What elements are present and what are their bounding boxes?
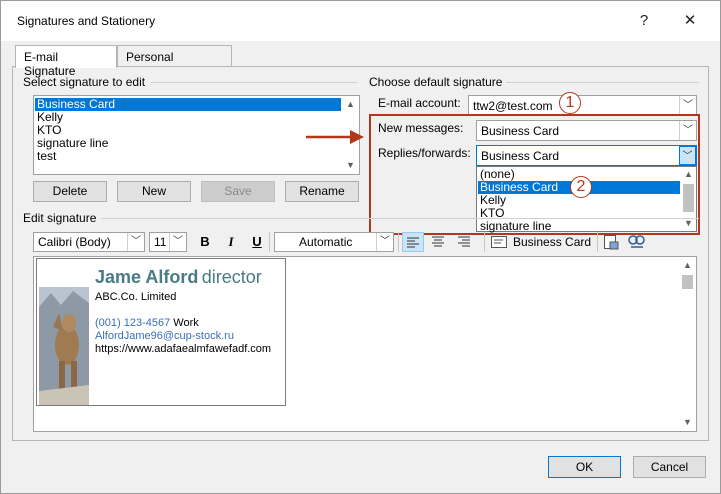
card-company: ABC.Co. Limited (95, 291, 177, 303)
help-icon[interactable]: ? (629, 7, 659, 35)
annotation-step-2: 2 (570, 176, 592, 198)
delete-button[interactable]: Delete (33, 181, 107, 202)
tab-email-signature[interactable]: E-mail Signature (15, 45, 117, 78)
card-phone-type: Work (173, 317, 199, 329)
list-item[interactable]: signature line (35, 137, 341, 150)
card-website[interactable]: https://www.adafaealmfawefadf.com (95, 343, 271, 355)
signatures-dialog: Signatures and Stationery ? ✕ E-mail Sig… (0, 0, 721, 494)
save-button[interactable]: Save (201, 181, 275, 202)
scroll-up-icon[interactable]: ▲ (680, 258, 695, 273)
font-color-value: Automatic (299, 235, 353, 249)
group-divider (503, 82, 699, 83)
close-icon[interactable]: ✕ (675, 7, 705, 35)
email-account-value: ttw2@test.com (473, 99, 553, 113)
annotation-step-1: 1 (559, 92, 581, 114)
chevron-down-icon[interactable]: ﹀ (169, 233, 186, 251)
italic-button[interactable]: I (220, 232, 242, 252)
rename-button[interactable]: Rename (285, 181, 359, 202)
profile-photo (39, 287, 89, 405)
business-card-label: Business Card (513, 235, 592, 249)
card-phone: (001) 123-4567 (95, 317, 171, 329)
insert-picture-icon[interactable] (603, 234, 619, 250)
card-name: Jame Alford (95, 267, 199, 287)
align-left-button[interactable] (402, 232, 424, 252)
window-title: Signatures and Stationery (17, 14, 156, 28)
tab-personal-stationery[interactable]: Personal Stationery (117, 45, 232, 78)
choose-default-label: Choose default signature (369, 75, 507, 89)
scroll-down-icon[interactable]: ▼ (680, 415, 695, 430)
edit-signature-label: Edit signature (23, 211, 101, 225)
title-bar: Signatures and Stationery ? ✕ (1, 1, 720, 41)
toolbar-separator (484, 232, 485, 252)
chevron-down-icon[interactable]: ﹀ (127, 233, 144, 251)
card-role: director (201, 267, 262, 287)
cancel-button[interactable]: Cancel (633, 456, 706, 478)
group-divider (101, 218, 699, 219)
toolbar-separator (269, 232, 270, 252)
new-button[interactable]: New (117, 181, 191, 202)
align-center-icon (432, 236, 444, 247)
list-item[interactable]: Kelly (35, 111, 341, 124)
business-card-icon (491, 236, 507, 248)
list-item[interactable]: test (35, 150, 341, 163)
ok-button[interactable]: OK (548, 456, 621, 478)
chevron-down-icon[interactable]: ﹀ (679, 96, 696, 115)
font-size-value: 11 (154, 235, 167, 249)
font-color-combo[interactable]: Automatic ﹀ (274, 232, 394, 252)
align-right-icon (458, 236, 470, 247)
annotation-arrow-icon (306, 130, 364, 144)
align-right-button[interactable] (454, 232, 476, 252)
email-account-label: E-mail account: (378, 96, 461, 110)
list-item[interactable]: Business Card (35, 98, 341, 111)
group-divider (151, 82, 357, 83)
scrollbar-thumb[interactable] (682, 275, 693, 289)
hyperlink-icon[interactable] (628, 234, 646, 250)
business-card-preview: Jame Alford director ABC.Co. Limited (00… (36, 258, 286, 406)
chevron-down-icon[interactable]: ﹀ (376, 233, 393, 251)
font-name-combo[interactable]: Calibri (Body) ﹀ (33, 232, 145, 252)
toolbar-separator (398, 232, 399, 252)
card-name-line: Jame Alford director (95, 267, 262, 288)
business-card-button[interactable]: Business Card (489, 232, 593, 252)
bold-button[interactable]: B (194, 232, 216, 252)
signature-list: Business Card Kelly KTO signature line t… (35, 98, 341, 163)
scroll-up-icon[interactable]: ▲ (343, 97, 358, 112)
toolbar-separator (597, 232, 598, 252)
card-phone-line: (001) 123-4567 Work (95, 317, 199, 329)
annotation-highlight-box (369, 114, 700, 235)
underline-button[interactable]: U (246, 232, 268, 252)
font-size-combo[interactable]: 11 ﹀ (149, 232, 187, 252)
card-email[interactable]: AlfordJame96@cup-stock.ru (95, 330, 234, 342)
font-name-value: Calibri (Body) (38, 235, 111, 249)
align-center-button[interactable] (428, 232, 450, 252)
align-left-icon (407, 237, 419, 248)
email-account-combo[interactable]: ttw2@test.com ﹀ (468, 95, 697, 116)
scroll-down-icon[interactable]: ▼ (343, 158, 358, 173)
signature-editor[interactable]: ▲ ▼ Jame Alford director ABC.Co. Limited… (33, 256, 697, 432)
